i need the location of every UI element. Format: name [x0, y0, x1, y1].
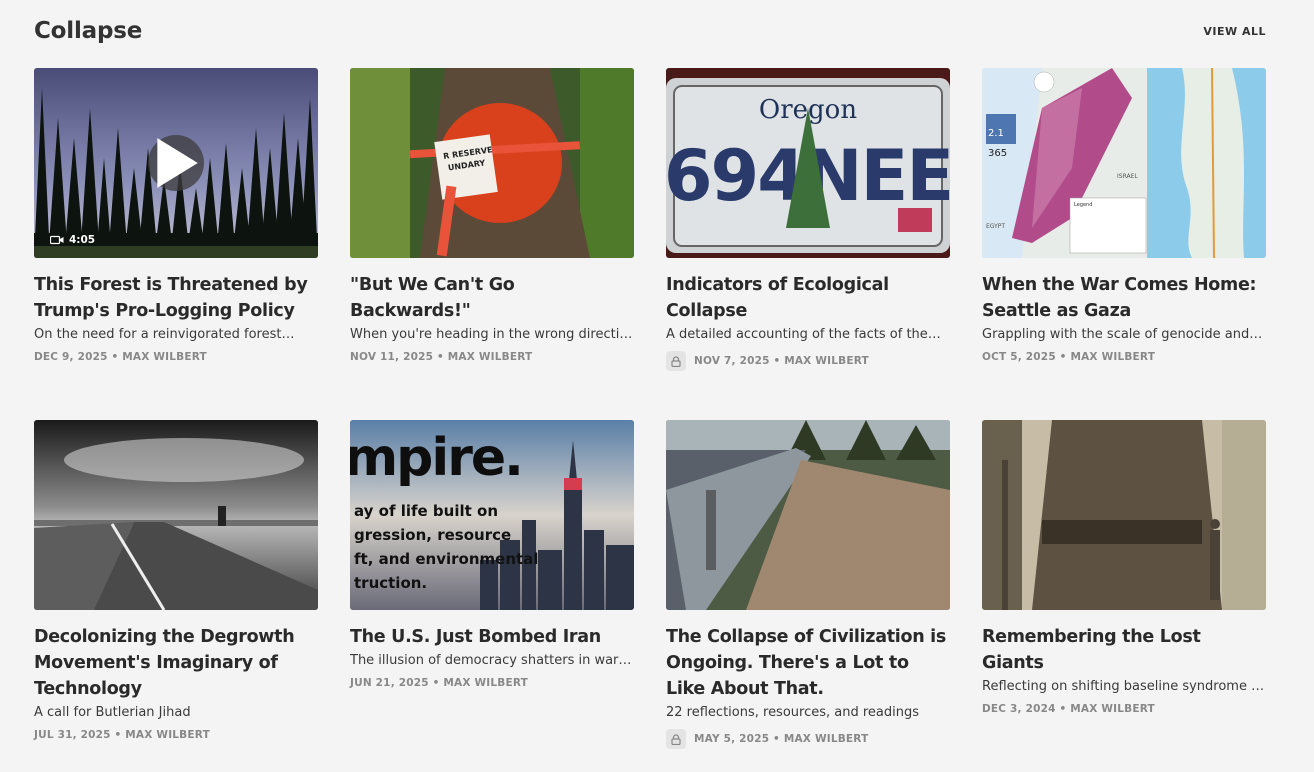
post-meta: DEC 3, 2024 • MAX WILBERT [982, 703, 1266, 715]
post-subtitle: Grappling with the scale of genocide and… [982, 327, 1266, 342]
post-thumbnail-road[interactable] [34, 420, 318, 610]
map-stat-2: 365 [988, 148, 1007, 159]
empire-headline: mpire. [350, 428, 522, 488]
post-subtitle: A detailed accounting of the facts of th… [666, 327, 941, 342]
post-title[interactable]: The Collapse of Civilization is Ongoing.… [666, 624, 950, 702]
flood-image [666, 420, 950, 610]
post-meta: NOV 7, 2025 • MAX WILBERT [666, 351, 950, 371]
post-meta: JUN 21, 2025 • MAX WILBERT [350, 677, 634, 689]
post-meta: OCT 5, 2025 • MAX WILBERT [982, 351, 1266, 363]
post-subtitle: The illusion of democracy shatters in wa… [350, 653, 634, 668]
empire-line-1: ay of life built on [354, 502, 498, 520]
post-title[interactable]: Remembering the Lost Giants [982, 624, 1266, 676]
map-stat: 2.1 [988, 128, 1004, 139]
video-camera-icon [50, 235, 64, 245]
post-date-author: NOV 11, 2025 • MAX WILBERT [350, 351, 533, 363]
post-card[interactable]: 4:05 This Forest is Threatened by Trump'… [34, 68, 318, 420]
video-duration: 4:05 [69, 234, 96, 246]
post-thumbnail-forest-video[interactable]: 4:05 [34, 68, 318, 258]
section-title: Collapse [34, 18, 143, 44]
giant-tree-image [982, 420, 1266, 610]
lock-icon [666, 729, 686, 749]
post-subtitle: Reflecting on shifting baseline syndrome… [982, 679, 1266, 694]
empire-image: mpire. ay of life built on gression, res… [350, 420, 634, 610]
map-label-israel: ISRAEL [1117, 173, 1138, 180]
post-title[interactable]: Indicators of Ecological Collapse [666, 272, 950, 324]
post-card[interactable]: The Collapse of Civilization is Ongoing.… [666, 420, 950, 772]
post-date-author: DEC 9, 2025 • MAX WILBERT [34, 351, 207, 363]
post-subtitle: On the need for a reinvigorated forest… [34, 327, 295, 342]
post-card[interactable]: R RESERVE UNDARY "But We Can't Go Backwa… [350, 68, 634, 420]
play-icon [157, 138, 198, 188]
post-title[interactable]: The U.S. Just Bombed Iran [350, 624, 634, 650]
post-card[interactable]: mpire. ay of life built on gression, res… [350, 420, 634, 772]
post-title[interactable]: When the War Comes Home: Seattle as Gaza [982, 272, 1266, 324]
post-title[interactable]: "But We Can't Go Backwards!" [350, 272, 634, 324]
post-thumbnail-license-plate[interactable]: Oregon 694NEE [666, 68, 950, 258]
post-card[interactable]: Oregon 694NEE Indicators of Ecological C… [666, 68, 950, 420]
map-image: Legend ISRAEL EGYPT 2.1 365 [982, 68, 1266, 258]
post-thumbnail-giant-tree[interactable] [982, 420, 1266, 610]
post-thumbnail-map[interactable]: Legend ISRAEL EGYPT 2.1 365 [982, 68, 1266, 258]
map-label-egypt: EGYPT [986, 223, 1005, 230]
view-all-link[interactable]: VIEW ALL [1203, 25, 1266, 38]
post-meta: JUL 31, 2025 • MAX WILBERT [34, 729, 318, 741]
post-meta: MAY 5, 2025 • MAX WILBERT [666, 729, 950, 749]
post-meta: NOV 11, 2025 • MAX WILBERT [350, 351, 634, 363]
post-subtitle: When you're heading in the wrong directi… [350, 327, 634, 342]
section-header: Collapse VIEW ALL [34, 16, 1266, 46]
lock-icon [666, 351, 686, 371]
post-meta: DEC 9, 2025 • MAX WILBERT [34, 351, 318, 363]
post-title[interactable]: Decolonizing the Degrowth Movement's Ima… [34, 624, 318, 702]
post-date-author: JUN 21, 2025 • MAX WILBERT [350, 677, 529, 689]
empire-line-4: truction. [354, 574, 427, 592]
play-button[interactable] [148, 135, 204, 191]
post-thumbnail-empire[interactable]: mpire. ay of life built on gression, res… [350, 420, 634, 610]
post-date-author: MAY 5, 2025 • MAX WILBERT [694, 733, 869, 745]
map-legend-label: Legend [1074, 202, 1092, 208]
post-date-author: OCT 5, 2025 • MAX WILBERT [982, 351, 1156, 363]
tree-ribbon-image: R RESERVE UNDARY [350, 68, 634, 258]
post-card[interactable]: Legend ISRAEL EGYPT 2.1 365 When the War… [982, 68, 1266, 420]
post-thumbnail-flood[interactable] [666, 420, 950, 610]
license-plate-image: Oregon 694NEE [666, 68, 950, 258]
post-title[interactable]: This Forest is Threatened by Trump's Pro… [34, 272, 318, 324]
video-duration-badge: 4:05 [50, 234, 95, 246]
post-date-author: JUL 31, 2025 • MAX WILBERT [34, 729, 210, 741]
post-card[interactable]: Decolonizing the Degrowth Movement's Ima… [34, 420, 318, 772]
post-subtitle: 22 reflections, resources, and readings [666, 705, 920, 720]
post-thumbnail-tree-ribbon[interactable]: R RESERVE UNDARY [350, 68, 634, 258]
empire-line-2: gression, resource [354, 526, 511, 544]
empire-line-3: ft, and environmental [354, 550, 538, 568]
post-date-author: NOV 7, 2025 • MAX WILBERT [694, 355, 869, 367]
post-grid: 4:05 This Forest is Threatened by Trump'… [34, 68, 1266, 772]
post-subtitle: A call for Butlerian Jihad [34, 705, 191, 720]
post-date-author: DEC 3, 2024 • MAX WILBERT [982, 703, 1155, 715]
post-card[interactable]: Remembering the Lost Giants Reflecting o… [982, 420, 1266, 772]
road-image [34, 420, 318, 610]
